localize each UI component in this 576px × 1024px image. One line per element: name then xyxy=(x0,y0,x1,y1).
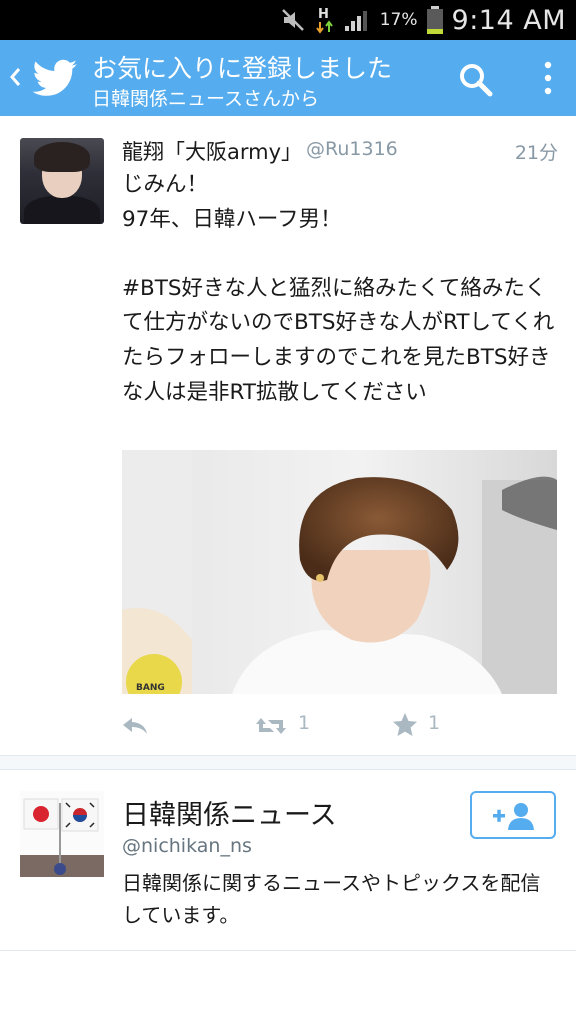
user-avatar[interactable] xyxy=(20,791,104,877)
section-divider xyxy=(0,756,576,770)
reply-icon[interactable] xyxy=(120,714,150,738)
search-icon[interactable] xyxy=(456,60,496,100)
mute-icon xyxy=(281,9,304,31)
signal-icon xyxy=(344,11,367,31)
twitter-bird-icon[interactable] xyxy=(32,59,78,97)
overflow-menu-icon[interactable] xyxy=(536,58,560,98)
status-icons: H 17% 9:14 AM xyxy=(280,0,566,40)
app-bar: お気に入りに登録しました 日韓関係ニュースさんから xyxy=(0,40,576,116)
tweet-text: じみん！ 97年、日韓ハーフ男！ #BTS好きな人と猛烈に絡みたくて絡みたくて仕… xyxy=(122,172,555,405)
star-icon[interactable] xyxy=(392,712,418,738)
add-user-icon xyxy=(493,803,534,830)
favorite-count: 1 xyxy=(428,712,441,734)
user-handle[interactable]: @nichikan_ns xyxy=(122,835,252,857)
user-card[interactable]: 日韓関係ニュース @nichikan_ns 日韓関係に関するニュースやトピックス… xyxy=(0,771,576,951)
avatar[interactable] xyxy=(20,138,104,224)
tweet-actions: 1 1 xyxy=(0,706,576,746)
clock: 9:14 AM xyxy=(451,4,566,36)
battery-icon xyxy=(426,6,443,34)
user-name[interactable]: 日韓関係ニュース xyxy=(122,793,337,832)
status-bar: H 17% 9:14 AM xyxy=(0,0,576,40)
retweet-icon[interactable] xyxy=(254,714,288,738)
h-plus-data-icon: H xyxy=(315,7,333,34)
author-handle[interactable]: @Ru1316 xyxy=(306,138,398,160)
app-bar-title: お気に入りに登録しました xyxy=(92,54,393,83)
tweet-timestamp: 21分 xyxy=(514,142,558,164)
follow-button[interactable] xyxy=(470,791,556,839)
tweet-photo[interactable]: BANG xyxy=(122,450,557,694)
battery-percent: 17% xyxy=(379,10,418,30)
photo-watermark: BANG xyxy=(136,683,165,693)
user-bio: 日韓関係に関するニュースやトピックスを配信しています。 xyxy=(122,871,541,927)
svg-text:H: H xyxy=(318,7,329,22)
tweet[interactable]: 龍翔「大阪army」 @Ru1316 21分 じみん！ 97年、日韓ハーフ男！ … xyxy=(0,116,576,756)
back-chevron-icon[interactable] xyxy=(8,65,22,89)
app-bar-subtitle: 日韓関係ニュースさんから xyxy=(92,88,320,110)
retweet-count: 1 xyxy=(298,712,311,734)
author-name[interactable]: 龍翔「大阪army」 xyxy=(122,136,302,166)
